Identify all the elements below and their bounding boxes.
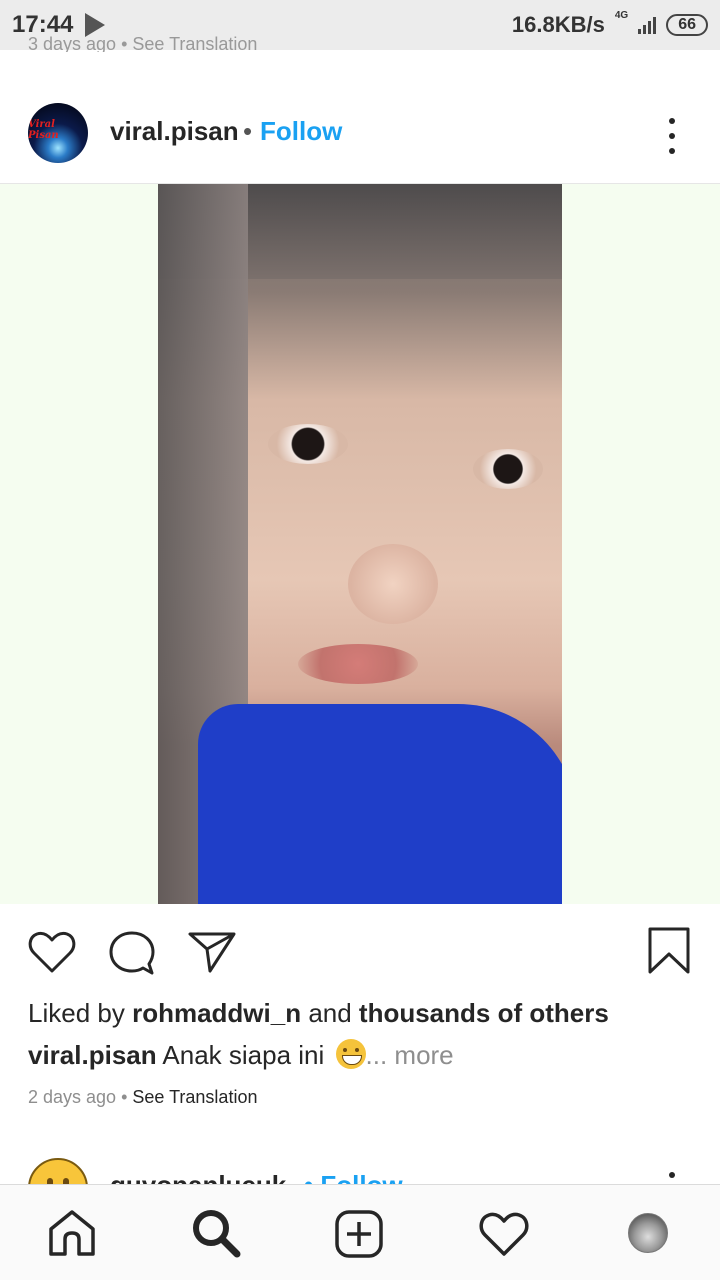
post-media[interactable] — [0, 184, 720, 904]
post-time-ago: 2 days ago — [28, 1087, 117, 1107]
heart-icon[interactable] — [28, 930, 76, 974]
bottom-navigation — [0, 1184, 720, 1280]
likes-middle: and — [301, 998, 359, 1028]
caption-more-link[interactable]: ... more — [366, 1040, 454, 1070]
post-caption: viral.pisan Anak siapa ini ... more — [28, 1039, 454, 1071]
next-post-avatar[interactable] — [28, 1158, 88, 1186]
comment-icon[interactable] — [108, 930, 156, 976]
likes-line: Liked by rohmaddwi_n and thousands of ot… — [28, 998, 609, 1029]
network-speed: 16.8KB/s — [511, 12, 605, 37]
add-icon[interactable] — [334, 1209, 384, 1259]
see-translation-link[interactable]: See Translation — [132, 1087, 257, 1107]
next-post-header: guyonanlucuk • Follow — [0, 1150, 720, 1186]
status-right: 16.8KB/s 4G 66 — [511, 9, 708, 38]
post-video-frame — [158, 184, 562, 904]
send-icon[interactable] — [187, 930, 237, 974]
caption-text: Anak siapa ini — [156, 1040, 332, 1070]
header-separator: • — [243, 116, 253, 146]
search-icon[interactable] — [190, 1207, 242, 1259]
post-meta: 2 days ago • See Translation — [28, 1087, 257, 1108]
likes-others[interactable]: thousands of others — [359, 998, 609, 1028]
likes-prefix: Liked by — [28, 998, 133, 1028]
avatar-logo-text: Viral Pisan — [28, 119, 59, 141]
profile-avatar[interactable] — [628, 1213, 668, 1253]
post-username[interactable]: viral.pisan — [110, 116, 239, 147]
more-options-icon[interactable] — [665, 118, 679, 154]
next-post-more-icon[interactable] — [669, 1172, 675, 1178]
home-icon[interactable] — [47, 1209, 97, 1257]
liked-by-user[interactable]: rohmaddwi_n — [132, 998, 301, 1028]
caption-username[interactable]: viral.pisan — [28, 1040, 157, 1070]
grin-emoji-icon — [335, 1039, 366, 1069]
bookmark-icon[interactable] — [646, 926, 692, 976]
meta-separator: • — [116, 1087, 133, 1107]
follow-button[interactable]: Follow — [260, 116, 342, 147]
activity-heart-icon[interactable] — [479, 1211, 529, 1257]
post-actions — [0, 924, 720, 984]
battery-indicator: 66 — [666, 14, 708, 36]
post-avatar[interactable]: Viral Pisan — [28, 103, 88, 163]
network-type: 4G — [614, 9, 629, 21]
post-header: Viral Pisan viral.pisan • Follow — [0, 52, 720, 184]
signal-icon — [638, 16, 657, 34]
